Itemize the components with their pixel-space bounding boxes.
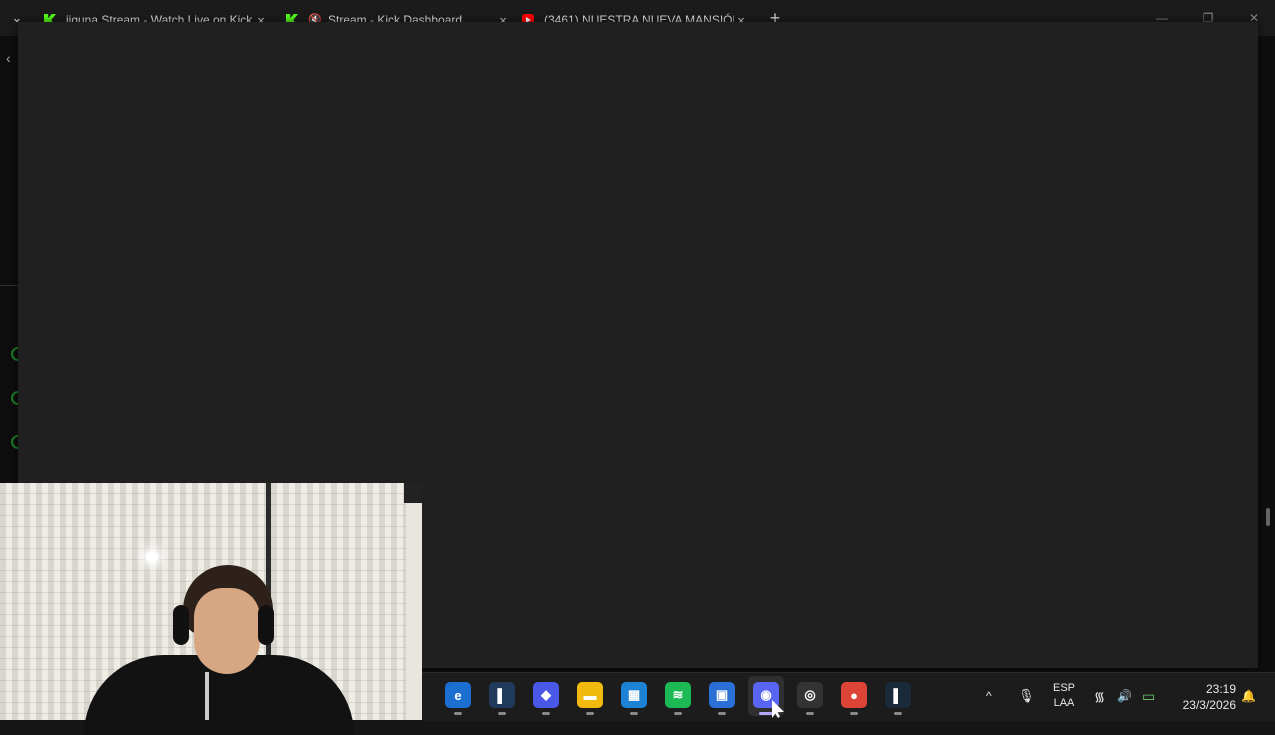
headphone-icon — [258, 605, 274, 645]
wifi-icon[interactable]: ᯾ — [1094, 672, 1110, 720]
obs-icon[interactable]: ◎ — [797, 682, 823, 708]
taskbar-running-indicator — [850, 712, 858, 715]
taskbar-running-indicator — [454, 712, 462, 715]
language-layout: LAA — [1053, 697, 1075, 709]
hoodie-strings — [205, 672, 209, 720]
notification-bell-icon[interactable]: 🔔 — [1241, 672, 1257, 720]
language-code: ESP — [1052, 682, 1075, 694]
taskbar-running-indicator — [498, 712, 506, 715]
time-text: 23:19 — [1205, 682, 1236, 696]
file-explorer-icon[interactable]: ▬ — [577, 682, 603, 708]
microphone-icon[interactable]: 🎙 — [1018, 672, 1035, 720]
person-face — [194, 588, 260, 674]
headphone-icon — [173, 605, 189, 645]
taskbar-running-indicator — [894, 712, 902, 715]
chrome-icon[interactable]: ● — [841, 682, 867, 708]
volume-icon[interactable]: 🔊 — [1117, 672, 1133, 720]
taskbar-running-indicator — [718, 712, 726, 715]
taskbar-running-indicator — [542, 712, 550, 715]
battery-icon[interactable]: ▭ — [1142, 672, 1162, 720]
input-language[interactable]: ESP LAA — [1048, 681, 1080, 711]
tray-overflow-icon[interactable]: ^ — [986, 672, 1000, 720]
microsoft-store-icon[interactable]: ▣ — [709, 682, 735, 708]
taskbar-running-indicator — [674, 712, 682, 715]
taskbar-running-indicator — [630, 712, 638, 715]
back-arrow-icon[interactable]: ‹ — [6, 50, 11, 66]
league-client-icon[interactable]: ▌ — [885, 682, 911, 708]
notepad-icon[interactable]: ▦ — [621, 682, 647, 708]
clock[interactable]: 23:19 23/3/2026 — [1170, 681, 1236, 713]
taskbar-running-indicator — [806, 712, 814, 715]
sidebar-divider — [0, 285, 18, 286]
date-text: 23/3/2026 — [1182, 698, 1236, 712]
taskbar-running-indicator — [586, 712, 594, 715]
app-document-icon[interactable]: ▌ — [489, 682, 515, 708]
scrollbar-thumb[interactable] — [1266, 508, 1270, 526]
copilot-icon[interactable]: ◆ — [533, 682, 559, 708]
light-glare — [146, 551, 158, 563]
taskbar-running-indicator — [759, 712, 773, 715]
spotify-icon[interactable]: ≋ — [665, 682, 691, 708]
edge-icon[interactable]: e — [445, 682, 471, 708]
